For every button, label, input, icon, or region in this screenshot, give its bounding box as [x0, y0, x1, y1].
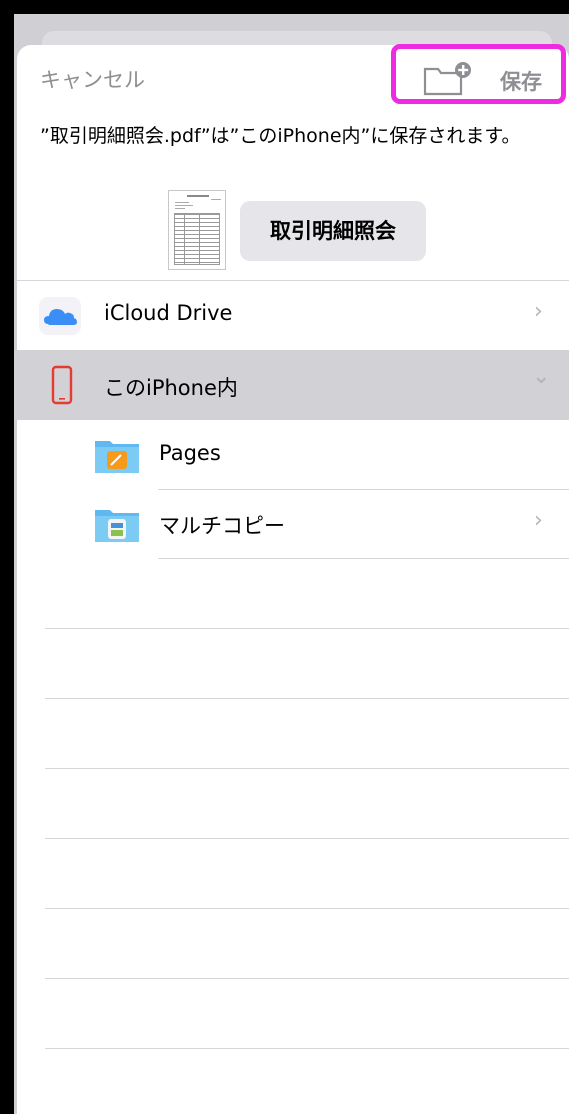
divider: [45, 1048, 569, 1049]
folder-row-multicopy[interactable]: マルチコピー ›: [14, 490, 569, 558]
save-location-message: ”取引明細照会.pdf”は”このiPhone内”に保存されます。: [40, 125, 521, 147]
cancel-button[interactable]: キャンセル: [40, 64, 145, 94]
pdf-thumbnail-icon: [168, 190, 226, 270]
location-row-icloud[interactable]: iCloud Drive ›: [14, 281, 569, 349]
divider: [45, 978, 569, 979]
divider: [45, 838, 569, 839]
folder-row-pages[interactable]: Pages: [14, 421, 569, 489]
chevron-down-icon: ⌄: [532, 364, 551, 389]
multicopy-folder-icon: [95, 510, 139, 542]
chevron-right-icon: ›: [534, 508, 543, 533]
divider: [45, 628, 569, 629]
divider: [158, 558, 569, 559]
screen: [14, 14, 569, 1114]
folder-label-multicopy: マルチコピー: [159, 514, 285, 538]
divider: [45, 908, 569, 909]
icloud-icon: [39, 297, 81, 335]
location-label-icloud: iCloud Drive: [104, 301, 233, 325]
location-label-iphone: このiPhone内: [104, 376, 238, 400]
location-row-iphone[interactable]: このiPhone内 ⌄: [14, 350, 569, 420]
chevron-right-icon: ›: [534, 299, 543, 324]
filename-field[interactable]: 取引明細照会: [240, 201, 426, 261]
folder-plus-icon[interactable]: [423, 61, 473, 97]
divider: [45, 698, 569, 699]
divider: [45, 768, 569, 769]
iphone-icon: [51, 365, 73, 405]
pages-folder-icon: [95, 441, 139, 473]
save-button[interactable]: 保存: [500, 66, 542, 96]
folder-label-pages: Pages: [159, 441, 221, 465]
